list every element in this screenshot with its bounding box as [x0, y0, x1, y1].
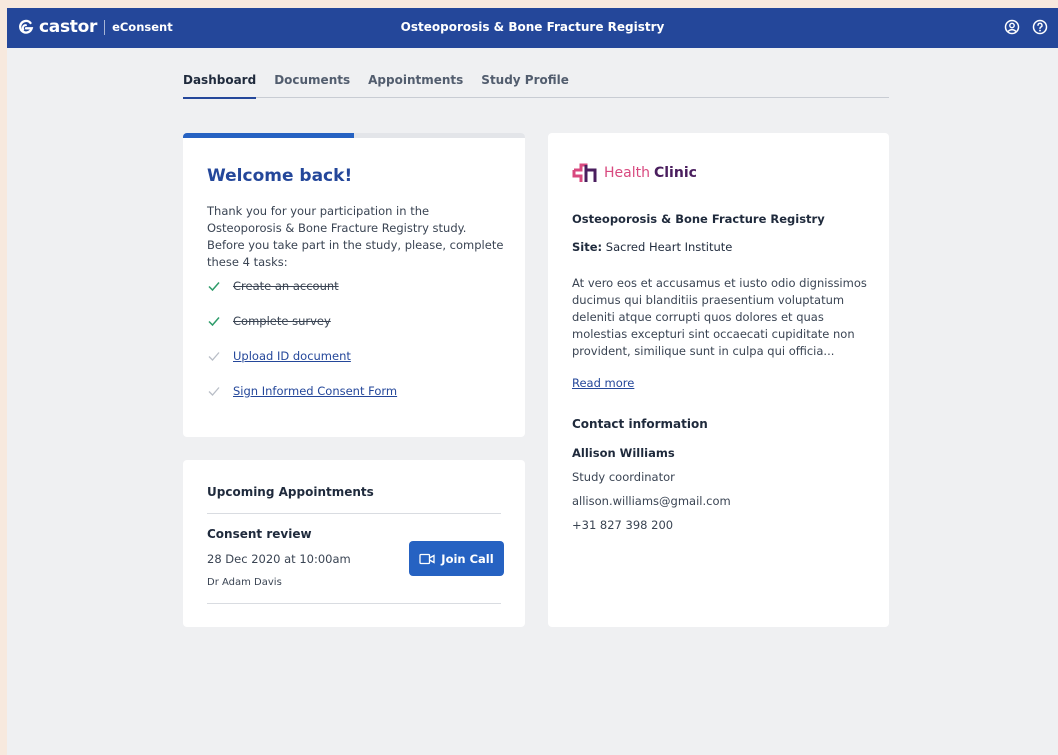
- task-progress-fill: [183, 133, 354, 138]
- divider: [207, 603, 501, 604]
- site-label: Site:: [572, 240, 603, 254]
- appointment-name: Consent review: [207, 527, 312, 541]
- check-icon: [208, 352, 220, 361]
- clinic-name-part2: Clinic: [653, 165, 697, 181]
- clinic-card: Health Clinic Osteoporosis & Bone Fractu…: [548, 133, 889, 627]
- task-item: Upload ID document: [207, 349, 351, 363]
- contact-phone[interactable]: +31 827 398 200: [572, 518, 673, 532]
- contact-heading: Contact information: [572, 417, 708, 431]
- video-camera-icon: [419, 553, 435, 564]
- clinic-logo: Health Clinic: [571, 161, 697, 185]
- appointment-doctor: Dr Adam Davis: [207, 577, 282, 588]
- appointments-heading: Upcoming Appointments: [207, 485, 374, 499]
- site-value: Sacred Heart Institute: [605, 240, 733, 254]
- main-tabs: Dashboard Documents Appointments Study P…: [183, 72, 889, 99]
- join-call-button[interactable]: Join Call: [409, 541, 504, 576]
- contact-email[interactable]: allison.williams@gmail.com: [572, 494, 731, 508]
- welcome-intro: Thank you for your participation in the …: [207, 204, 504, 269]
- task-link-sign-consent[interactable]: Sign Informed Consent Form: [233, 384, 397, 398]
- tab-appointments[interactable]: Appointments: [368, 72, 463, 98]
- check-icon: [208, 387, 220, 396]
- task-item: Create an account: [207, 279, 339, 293]
- clinic-name-part1: Health: [604, 165, 650, 181]
- task-progress-bar: [183, 133, 525, 138]
- join-call-label: Join Call: [441, 551, 494, 566]
- top-bar: castor eConsent Osteoporosis & Bone Frac…: [7, 8, 1058, 48]
- health-clinic-logo-icon: [572, 163, 597, 182]
- clinic-site: Site: Sacred Heart Institute: [572, 240, 732, 254]
- tab-documents[interactable]: Documents: [274, 72, 350, 98]
- user-circle-icon[interactable]: [1004, 19, 1020, 35]
- header-actions: [1004, 19, 1048, 35]
- contact-role: Study coordinator: [572, 470, 675, 484]
- task-label: Complete survey: [233, 314, 331, 328]
- contact-name: Allison Williams: [572, 446, 675, 460]
- welcome-title: Welcome back!: [207, 166, 353, 186]
- tab-study-profile[interactable]: Study Profile: [481, 72, 569, 98]
- app-frame: castor eConsent Osteoporosis & Bone Frac…: [7, 8, 1058, 755]
- task-label: Create an account: [233, 279, 339, 293]
- appointments-card: Upcoming Appointments Consent review 28 …: [183, 460, 525, 627]
- task-item: Complete survey: [207, 314, 331, 328]
- check-icon: [208, 317, 220, 327]
- tab-dashboard[interactable]: Dashboard: [183, 72, 257, 99]
- study-title: Osteoporosis & Bone Fracture Registry: [400, 20, 665, 34]
- task-link-upload-id[interactable]: Upload ID document: [233, 349, 351, 363]
- check-icon: [208, 282, 220, 292]
- appointment-datetime: 28 Dec 2020 at 10:00am: [207, 552, 351, 566]
- read-more-link[interactable]: Read more: [572, 376, 634, 390]
- clinic-description: At vero eos et accusamus et iusto odio d…: [572, 276, 867, 358]
- divider: [207, 513, 501, 514]
- welcome-card: Welcome back! Thank you for your partici…: [183, 133, 525, 437]
- clinic-study-title: Osteoporosis & Bone Fracture Registry: [572, 212, 825, 226]
- task-item: Sign Informed Consent Form: [207, 384, 397, 398]
- help-icon[interactable]: [1032, 19, 1048, 35]
